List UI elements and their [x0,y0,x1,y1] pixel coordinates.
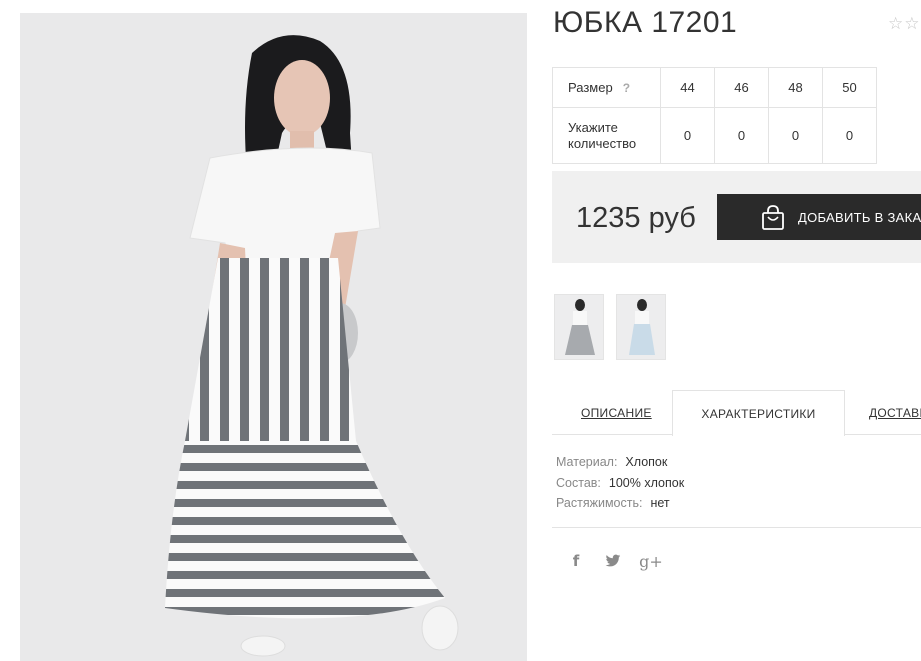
tab-divider [552,434,672,435]
price-panel: 1235 руб ДОБАВИТЬ В ЗАКАЗ [552,171,921,263]
quantity-input-44[interactable]: 0 [660,107,715,164]
tab-characteristics[interactable]: ХАРАКТЕРИСТИКИ [672,390,845,436]
google-plus-icon[interactable]: g+ [639,550,663,572]
characteristic-row: Растяжимость: нет [556,493,684,514]
quantity-input-48[interactable]: 0 [768,107,823,164]
characteristic-value: Хлопок [625,455,668,470]
size-row: Размер? 44 46 48 50 [552,67,877,108]
tab-delivery[interactable]: ДОСТАВКА [869,390,921,435]
characteristic-value: 100% хлопок [608,475,685,490]
characteristic-key: Растяжимость: [556,496,643,511]
characteristic-key: Состав: [556,475,601,490]
size-label-cell: Размер? [552,67,661,108]
size-50: 50 [822,67,877,108]
quantity-input-50[interactable]: 0 [822,107,877,164]
thumbnail-gray[interactable] [554,294,604,360]
product-title: ЮБКА 17201 [553,6,738,39]
twitter-icon[interactable] [602,550,624,572]
characteristic-value: нет [650,496,670,511]
main-product-image[interactable] [20,13,527,661]
section-divider [552,527,921,528]
add-to-cart-button[interactable]: ДОБАВИТЬ В ЗАКАЗ [717,194,921,240]
tab-description[interactable]: ОПИСАНИЕ [581,390,652,435]
quantity-row: Укажите количество 0 0 0 0 [552,107,877,164]
characteristic-row: Материал: Хлопок [556,452,684,473]
size-table: Размер? 44 46 48 50 Укажите количество 0… [552,67,877,164]
tab-divider [845,434,921,435]
rating-star-icon[interactable]: ☆☆ [888,14,920,34]
facebook-icon[interactable]: f [565,550,587,572]
size-46: 46 [714,67,769,108]
shopping-bag-icon [762,205,784,230]
size-label: Размер [568,79,613,95]
characteristics-list: Материал: Хлопок Состав: 100% хлопок Рас… [556,452,684,514]
characteristic-key: Материал: [556,455,618,470]
price: 1235 руб [576,202,696,234]
help-icon[interactable]: ? [623,81,630,95]
characteristic-row: Состав: 100% хлопок [556,473,684,494]
size-44: 44 [660,67,715,108]
quantity-label: Укажите количество [552,107,661,164]
quantity-input-46[interactable]: 0 [714,107,769,164]
size-48: 48 [768,67,823,108]
thumbnail-blue[interactable] [616,294,666,360]
